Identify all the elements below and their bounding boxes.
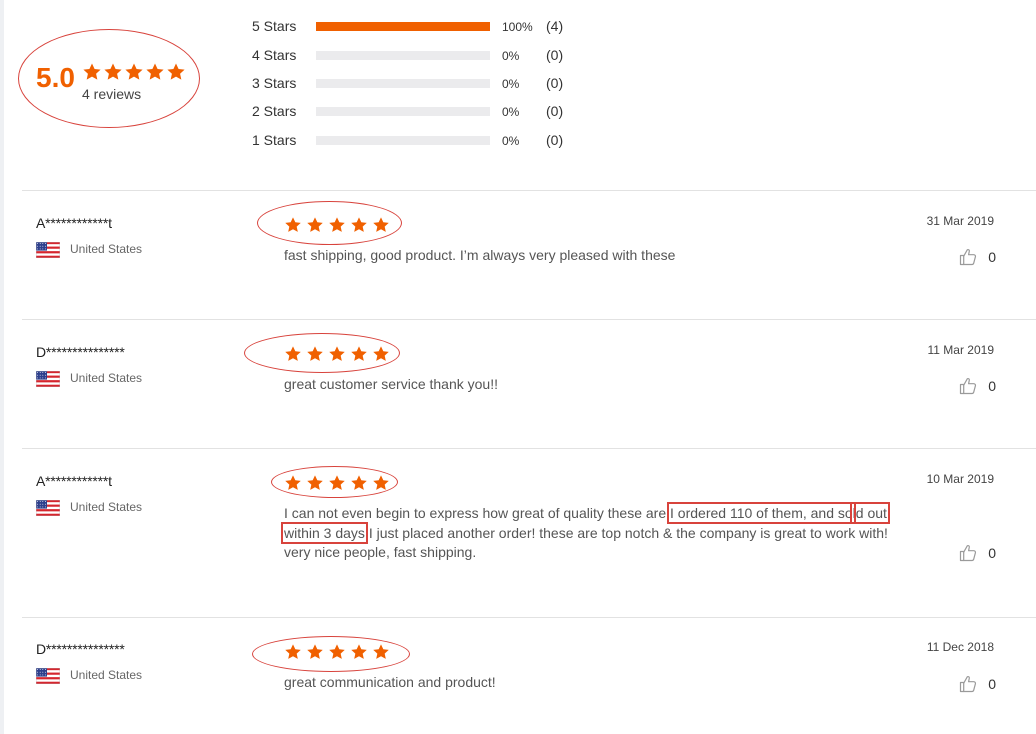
review-stars: [284, 216, 390, 234]
reviewer-name: A************t: [36, 215, 112, 231]
highlighted-text: I ordered 110 of them, and so: [667, 502, 856, 524]
distribution-row[interactable]: 4 Stars 0% (0): [252, 45, 563, 65]
distribution-bar: [316, 50, 490, 60]
thumbs-up-icon: [960, 377, 977, 395]
distribution-count: (0): [546, 103, 564, 119]
distribution-percent: 0%: [502, 49, 520, 63]
rating-summary: 5.0 4 reviews 5 Stars 100% (4) 4 Stars 0% (0)…: [0, 0, 1036, 190]
star-icon: [351, 217, 367, 232]
star-icon: [307, 475, 323, 490]
distribution-row[interactable]: 1 Stars 0% (0): [252, 130, 563, 150]
like-button[interactable]: 0: [958, 543, 996, 563]
star-icon: [285, 346, 301, 361]
thumbs-up-icon: [960, 675, 977, 693]
star-icon: [373, 475, 389, 490]
average-score: 5.0: [36, 62, 75, 93]
like-count: 0: [988, 249, 996, 265]
star-icon: [351, 475, 367, 490]
review-stars: [284, 643, 390, 661]
star-icon: [373, 644, 389, 659]
us-flag-icon: [36, 371, 60, 387]
distribution-bar: [316, 21, 490, 31]
review-date: 11 Dec 2018: [926, 640, 994, 654]
star-icon: [83, 63, 101, 80]
reviewer-name: D***************: [36, 641, 125, 657]
review-item: A************t United States 31 Mar 2019…: [0, 191, 1036, 319]
reviewer-country: United States: [70, 371, 143, 385]
reviewer-name: A************t: [36, 473, 112, 489]
star-icon: [329, 475, 345, 490]
reviewer-country: United States: [70, 500, 143, 514]
distribution-percent: 100%: [502, 20, 533, 34]
star-icon: [307, 217, 323, 232]
distribution-bar: [316, 135, 490, 145]
distribution-label: 4 Stars: [252, 47, 297, 63]
like-button[interactable]: 0: [958, 674, 996, 694]
star-icon: [307, 346, 323, 361]
review-item: D*************** United States 11 Dec 20…: [0, 618, 1036, 734]
star-icon: [146, 63, 164, 80]
distribution-row[interactable]: 5 Stars 100% (4): [252, 16, 563, 36]
like-count: 0: [988, 545, 996, 561]
us-flag-icon: [36, 242, 60, 258]
like-count: 0: [988, 676, 996, 692]
review-count: 4 reviews: [82, 86, 142, 102]
distribution-count: (0): [546, 132, 564, 148]
distribution-row[interactable]: 2 Stars 0% (0): [252, 101, 563, 121]
review-text: fast shipping, good product. I’m always …: [284, 247, 676, 263]
average-stars: [82, 62, 186, 82]
distribution-bar-fill: [316, 21, 490, 31]
distribution-count: (0): [546, 47, 564, 63]
review-text-part: I can not even begin to express how grea…: [284, 505, 671, 521]
star-icon: [373, 346, 389, 361]
reviewer-name: D***************: [36, 344, 125, 360]
distribution-row[interactable]: 3 Stars 0% (0): [252, 73, 563, 93]
us-flag-icon: [36, 668, 60, 684]
star-icon: [285, 475, 301, 490]
star-icon: [351, 346, 367, 361]
distribution-label: 5 Stars: [252, 18, 297, 34]
star-icon: [329, 644, 345, 659]
star-icon: [351, 644, 367, 659]
distribution-label: 2 Stars: [252, 103, 297, 119]
star-icon: [125, 63, 143, 80]
review-date: 31 Mar 2019: [926, 214, 994, 228]
like-button[interactable]: 0: [958, 247, 996, 267]
star-icon: [329, 217, 345, 232]
star-icon: [307, 644, 323, 659]
star-icon: [285, 644, 301, 659]
review-text: great communication and product!: [284, 674, 496, 690]
review-stars: [284, 474, 390, 492]
reviewer-country: United States: [70, 668, 143, 682]
distribution-count: (4): [546, 18, 564, 34]
star-icon: [104, 63, 122, 80]
star-icon: [373, 217, 389, 232]
distribution-percent: 0%: [502, 77, 520, 91]
distribution-percent: 0%: [502, 134, 520, 148]
review-date: 10 Mar 2019: [926, 472, 994, 486]
thumbs-up-icon: [960, 248, 977, 266]
star-icon: [285, 217, 301, 232]
reviewer-country: United States: [70, 242, 143, 256]
review-text: great customer service thank you!!: [284, 376, 498, 392]
distribution-bar: [316, 78, 490, 88]
review-item: D*************** United States 11 Mar 20…: [0, 320, 1036, 448]
review-text: I can not even begin to express how grea…: [281, 502, 896, 563]
review-date: 11 Mar 2019: [927, 343, 995, 357]
distribution-bar: [316, 106, 490, 116]
thumbs-up-icon: [960, 544, 977, 562]
distribution-label: 3 Stars: [252, 75, 297, 91]
distribution-label: 1 Stars: [252, 132, 297, 148]
us-flag-icon: [36, 500, 60, 516]
distribution-count: (0): [546, 75, 564, 91]
like-count: 0: [988, 378, 996, 394]
star-icon: [329, 346, 345, 361]
star-icon: [167, 63, 185, 80]
distribution-percent: 0%: [502, 105, 520, 119]
like-button[interactable]: 0: [958, 376, 996, 396]
review-item: A************t United States 10 Mar 2019…: [0, 449, 1036, 617]
review-text-part: I just placed another order! these are t…: [284, 524, 888, 561]
review-stars: [284, 345, 390, 363]
